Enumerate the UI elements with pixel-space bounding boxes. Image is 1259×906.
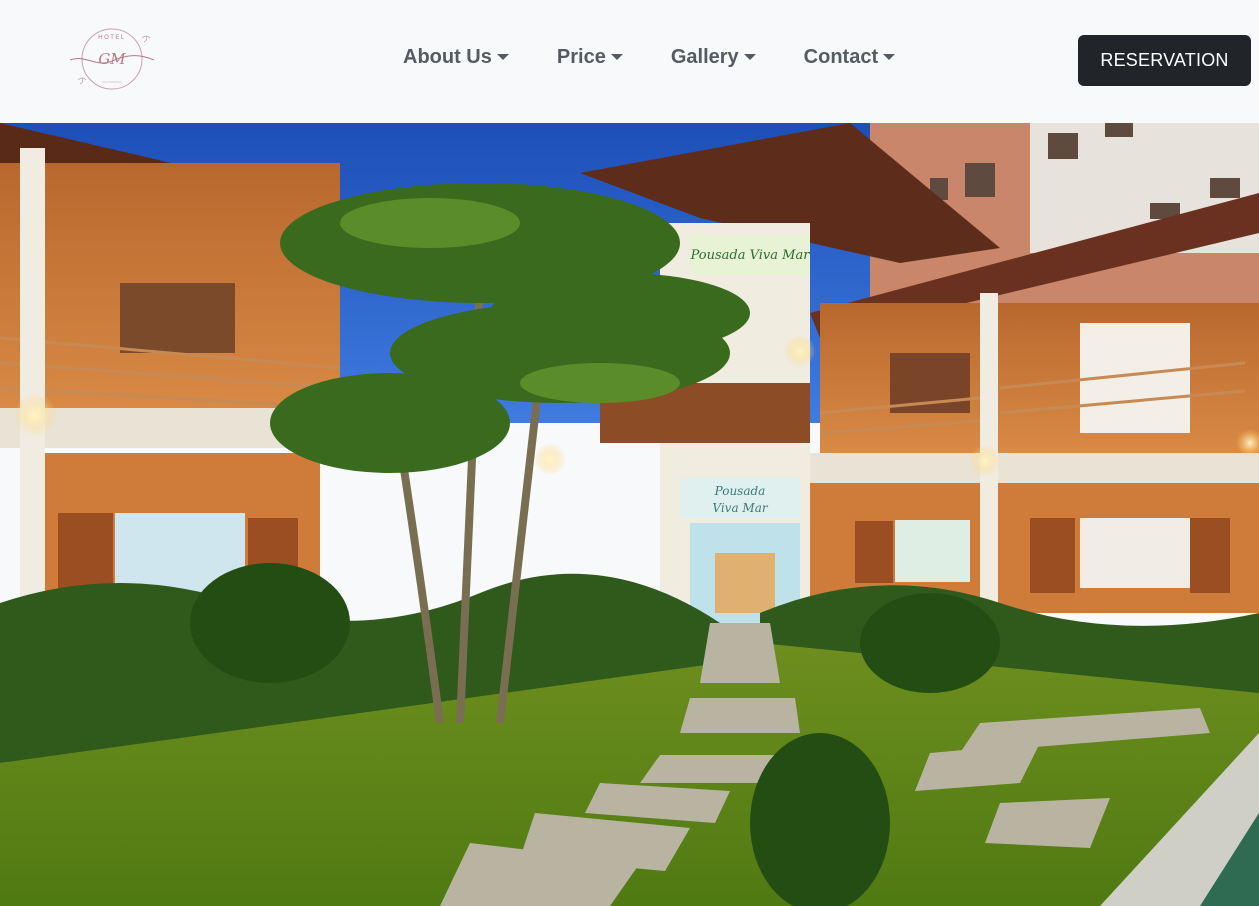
nav-price-label: Price [556,46,606,68]
caret-down-icon [743,53,756,60]
navbar: HOTEL GM About Us Price Gallery Contact … [0,0,1259,123]
nav-gallery[interactable]: Gallery [671,46,756,69]
hotel-logo[interactable]: HOTEL GM [66,24,158,94]
door-sign-line2: Viva Mar [712,501,768,515]
hotel-logo-icon: HOTEL GM [69,28,155,90]
main-nav: About Us Price Gallery Contact [403,46,943,69]
nav-contact-label: Contact [803,46,879,68]
hero-image: Pousada Viva Mar Pousada Viva Mar [0,123,1259,906]
nav-about-us-label: About Us [403,46,492,68]
reservation-button[interactable]: RESERVATION [1078,35,1251,86]
nav-price[interactable]: Price [557,46,623,69]
nav-about-us[interactable]: About Us [403,46,509,69]
nav-gallery-label: Gallery [670,46,739,68]
door-sign-line1: Pousada [714,484,766,498]
hotel-courtyard-photo: Pousada Viva Mar Pousada Viva Mar [0,123,1259,906]
caret-down-icon [610,53,623,60]
caret-down-icon [883,53,896,60]
nav-contact[interactable]: Contact [803,46,896,69]
caret-down-icon [496,53,509,60]
hotel-sign-top: Pousada Viva Mar [690,248,811,263]
logo-top-text: HOTEL [98,35,126,41]
logo-monogram: GM [98,50,126,68]
